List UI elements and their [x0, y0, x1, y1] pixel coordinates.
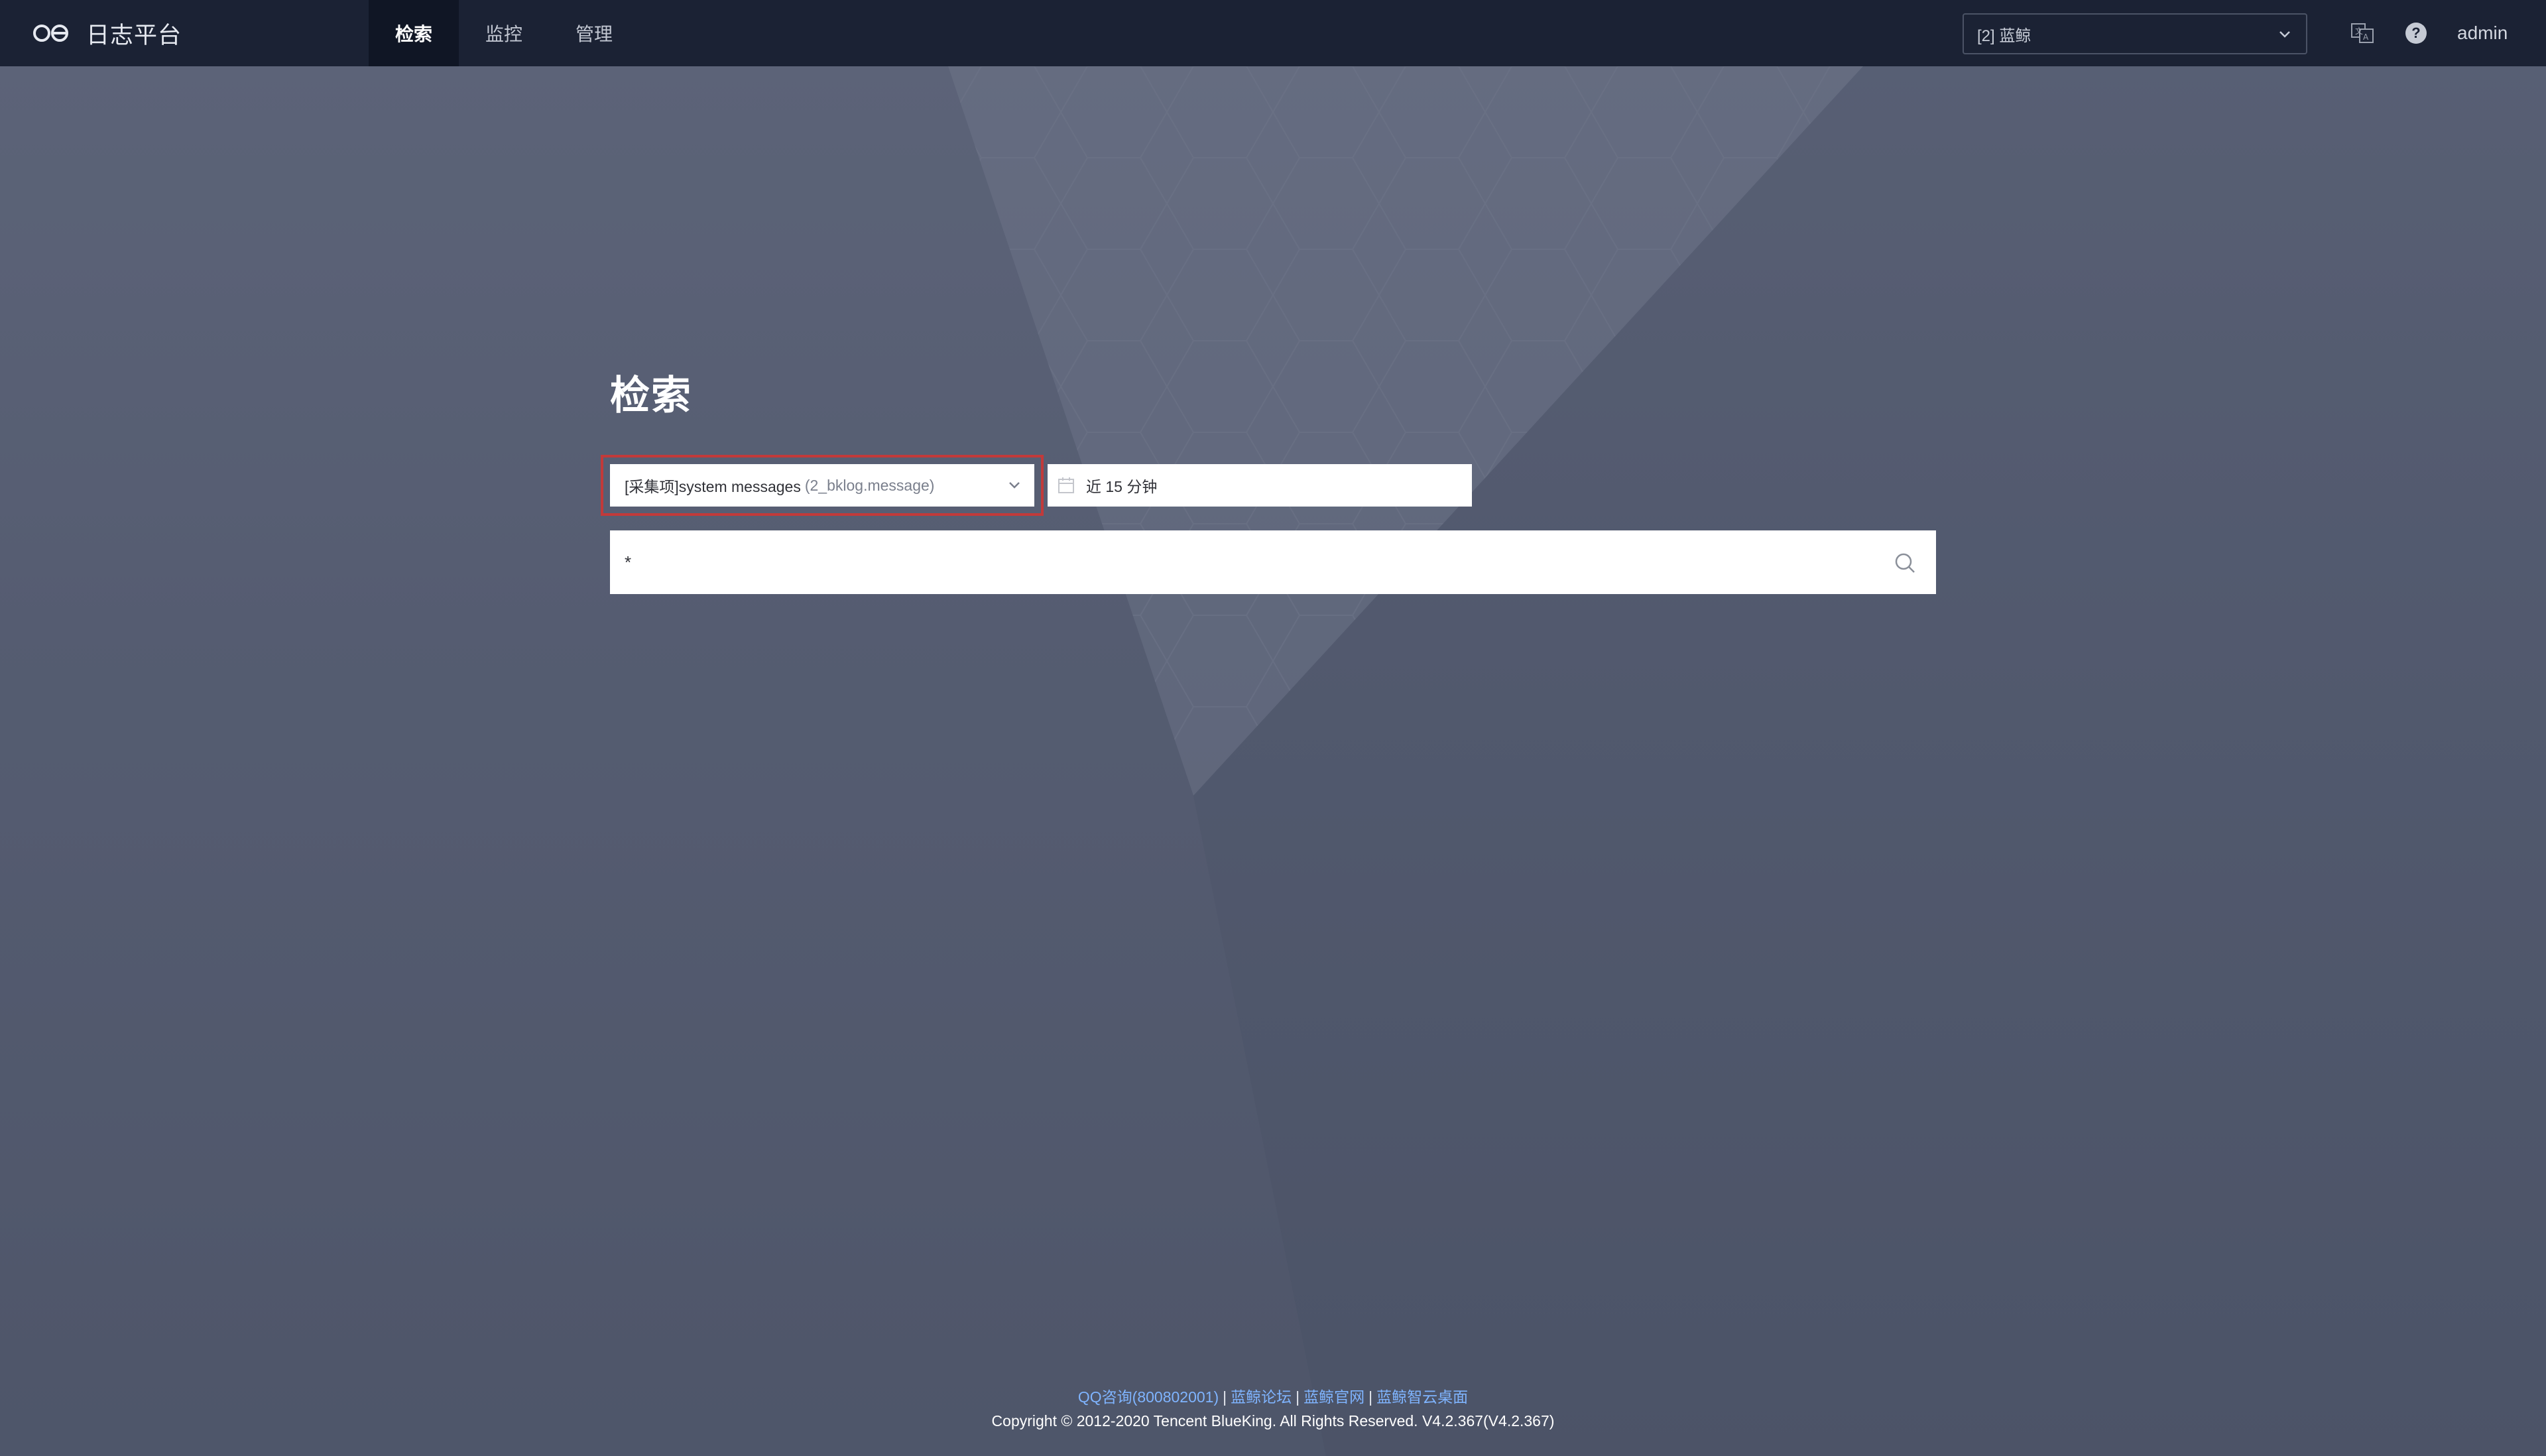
- nav-item-monitor[interactable]: 监控: [459, 0, 549, 66]
- business-select-value: [2] 蓝鲸: [1977, 27, 2031, 45]
- nav-item-manage[interactable]: 管理: [549, 0, 639, 66]
- query-input[interactable]: [625, 542, 1871, 582]
- index-set-sub: (2_bklog.message): [804, 476, 935, 494]
- top-navigation-bar: 日志平台 检索 监控 管理 [2] 蓝鲸 文 A ? admin: [0, 0, 2546, 66]
- footer-separator: |: [1223, 1388, 1227, 1406]
- page-title: 检索: [610, 373, 692, 418]
- svg-text:文: 文: [2355, 26, 2363, 36]
- index-set-label: [采集项]system messages: [625, 478, 801, 495]
- help-icon[interactable]: ?: [2405, 23, 2427, 44]
- brand-name: 日志平台: [86, 22, 182, 48]
- svg-text:A: A: [2363, 32, 2369, 42]
- footer-separator: |: [1296, 1388, 1300, 1406]
- hero-background: [0, 66, 2546, 1456]
- footer-link-qq[interactable]: QQ咨询(800802001): [1078, 1388, 1219, 1406]
- footer-links: QQ咨询(800802001) | 蓝鲸论坛 | 蓝鲸官网 | 蓝鲸智云桌面: [0, 1384, 2546, 1407]
- query-box: [610, 530, 1936, 594]
- translate-icon[interactable]: 文 A: [2350, 21, 2374, 45]
- main-nav: 检索 监控 管理: [369, 0, 639, 66]
- chevron-down-icon: [2279, 31, 2290, 38]
- footer-link-desktop[interactable]: 蓝鲸智云桌面: [1376, 1388, 1468, 1406]
- calendar-icon: [1058, 477, 1074, 493]
- footer-separator: |: [1368, 1388, 1373, 1406]
- brand-logo-icon: [33, 25, 68, 42]
- footer-link-forum[interactable]: 蓝鲸论坛: [1231, 1388, 1292, 1406]
- background-decoration: [0, 66, 2546, 1456]
- user-menu[interactable]: admin: [2457, 0, 2508, 66]
- copyright: Copyright © 2012-2020 Tencent BlueKing. …: [991, 1412, 1555, 1429]
- brand[interactable]: 日志平台: [32, 0, 182, 66]
- chevron-down-icon: [1009, 482, 1020, 489]
- time-range-value: 近 15 分钟: [1086, 478, 1158, 495]
- footer-link-website[interactable]: 蓝鲸官网: [1303, 1388, 1364, 1406]
- search-icon[interactable]: [1894, 552, 1916, 574]
- nav-item-search[interactable]: 检索: [369, 0, 459, 66]
- business-select[interactable]: [2] 蓝鲸: [1963, 13, 2307, 54]
- time-range-picker[interactable]: 近 15 分钟: [1048, 464, 1472, 507]
- index-set-select[interactable]: [采集项]system messages (2_bklog.message): [601, 455, 1044, 516]
